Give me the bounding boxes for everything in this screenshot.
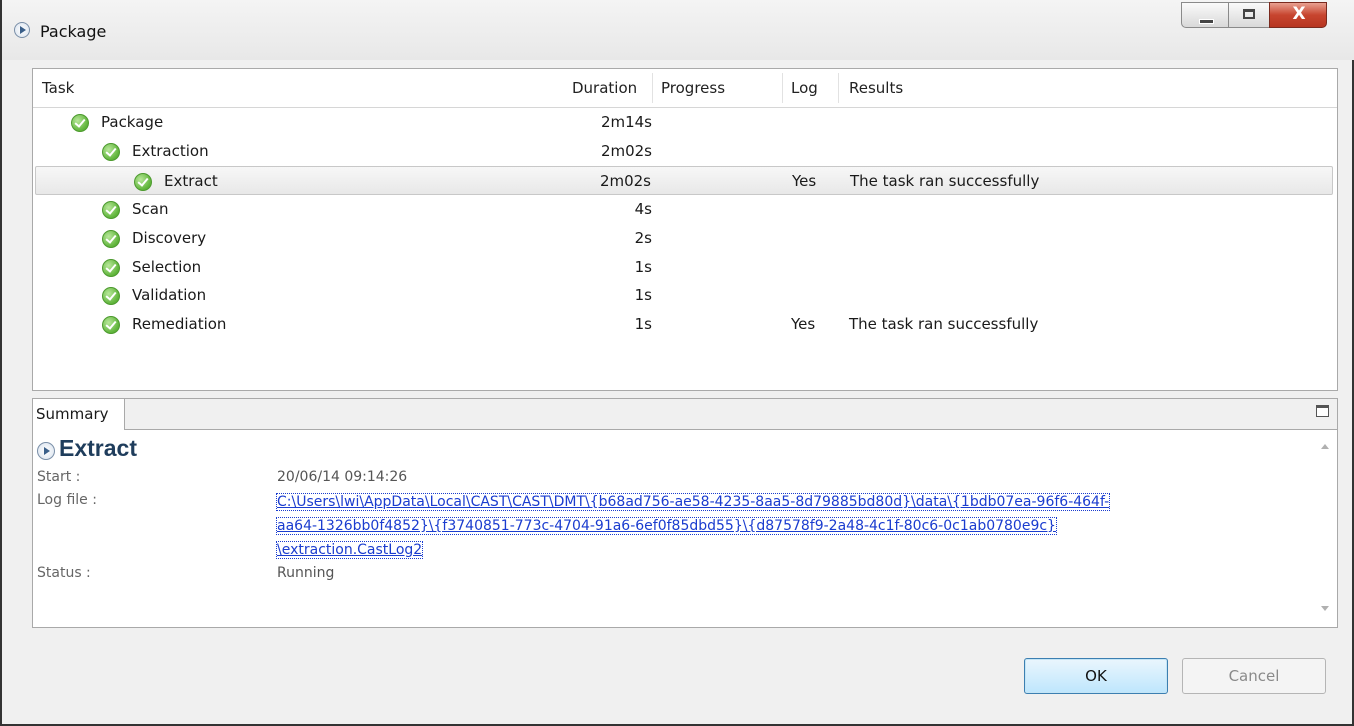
maximize-icon [1243, 9, 1255, 19]
scroll-down-icon[interactable] [1321, 606, 1329, 611]
task-results: The task ran successfully [850, 172, 1040, 190]
check-circle-icon [102, 316, 120, 334]
title-bar[interactable]: Package X [2, 0, 1354, 60]
tab-summary[interactable]: Summary [33, 399, 125, 430]
column-divider[interactable] [652, 73, 653, 103]
table-row[interactable]: Remediation 1s Yes The task ran successf… [33, 310, 1337, 339]
logfile-link[interactable]: C:\Users\lwi\AppData\Local\CAST\CAST\DMT… [275, 490, 1301, 562]
check-circle-icon [71, 114, 89, 132]
table-header: Task Duration Progress Log Results [33, 69, 1337, 108]
task-duration: 4s [634, 200, 652, 218]
summary-tabstrip: Summary [33, 399, 1337, 430]
maximize-button[interactable] [1228, 2, 1270, 28]
task-duration: 2s [634, 229, 652, 247]
column-header-duration[interactable]: Duration [572, 79, 637, 97]
check-circle-icon [102, 143, 120, 161]
table-row[interactable]: Scan 4s [33, 195, 1337, 224]
cancel-button[interactable]: Cancel [1182, 658, 1326, 694]
task-results: The task ran successfully [849, 315, 1039, 333]
task-duration: 2m02s [600, 142, 652, 160]
task-log[interactable]: Yes [792, 172, 816, 190]
scroll-up-icon[interactable] [1321, 444, 1329, 449]
logfile-link-line[interactable]: C:\Users\lwi\AppData\Local\CAST\CAST\DMT… [275, 493, 1111, 511]
task-duration: 2m14s [600, 113, 652, 131]
restore-icon[interactable] [1316, 405, 1329, 417]
column-divider[interactable] [782, 73, 783, 103]
table-row[interactable]: Extraction 2m02s [33, 137, 1337, 166]
start-label: Start : [37, 469, 81, 485]
column-header-progress[interactable]: Progress [661, 79, 725, 97]
task-name: Package [101, 113, 164, 131]
status-label: Status : [37, 565, 91, 581]
table-row[interactable]: Selection 1s [33, 253, 1337, 282]
logfile-link-line[interactable]: aa64-1326bb0f4852}\{f3740851-773c-4704-9… [276, 517, 1057, 535]
column-header-log[interactable]: Log [791, 79, 818, 97]
summary-panel: Summary Extract Start : 20/06/14 09:14:2… [32, 398, 1338, 628]
check-circle-icon [102, 230, 120, 248]
logfile-link-line[interactable]: \extraction.CastLog2 [275, 541, 424, 559]
minimize-icon [1199, 19, 1214, 24]
check-circle-icon [134, 173, 152, 191]
check-circle-icon [102, 287, 120, 305]
check-circle-icon [102, 201, 120, 219]
task-duration: 1s [634, 258, 652, 276]
play-circle-icon [37, 442, 55, 460]
table-row[interactable]: Discovery 2s [33, 224, 1337, 253]
column-header-task[interactable]: Task [42, 79, 74, 97]
table-row[interactable]: Validation 1s [33, 281, 1337, 310]
task-duration: 2m02s [599, 172, 651, 190]
package-dialog: Package X Task Duration Progress Log Res… [0, 0, 1354, 726]
close-button[interactable]: X [1269, 2, 1327, 28]
task-log[interactable]: Yes [791, 315, 815, 333]
task-name: Scan [132, 200, 169, 218]
summary-title: Extract [59, 435, 137, 461]
close-icon: X [1292, 4, 1306, 24]
task-table: Task Duration Progress Log Results Packa… [32, 68, 1338, 391]
ok-button[interactable]: OK [1024, 658, 1168, 694]
status-value: Running [277, 565, 335, 581]
logfile-label: Log file : [37, 492, 97, 508]
task-name: Extract [164, 172, 218, 190]
table-row[interactable]: Package 2m14s [33, 108, 1337, 137]
task-name: Selection [132, 258, 202, 276]
task-name: Extraction [132, 142, 209, 160]
play-circle-icon [14, 22, 30, 38]
column-header-results[interactable]: Results [849, 79, 903, 97]
window-title: Package [40, 22, 107, 41]
task-name: Discovery [132, 229, 207, 247]
task-name: Remediation [132, 315, 227, 333]
task-name: Validation [132, 286, 207, 304]
task-duration: 1s [634, 315, 652, 333]
start-value: 20/06/14 09:14:26 [277, 469, 408, 485]
table-row-selected[interactable]: Extract 2m02s Yes The task ran successfu… [35, 166, 1333, 195]
column-divider[interactable] [838, 73, 839, 103]
task-duration: 1s [634, 286, 652, 304]
check-circle-icon [102, 259, 120, 277]
summary-scrollbar[interactable] [1314, 430, 1336, 626]
minimize-button[interactable] [1181, 2, 1229, 28]
